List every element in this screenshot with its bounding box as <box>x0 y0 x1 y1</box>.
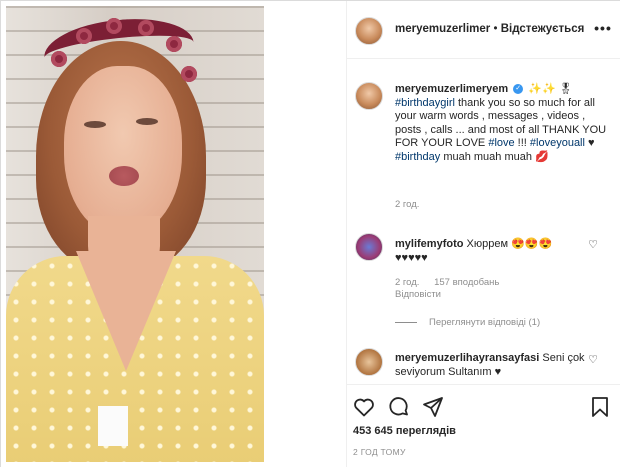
left-eye <box>84 121 106 128</box>
view-replies-label: Переглянути відповіді (1) <box>429 317 541 328</box>
comment-username[interactable]: mylifemyfoto <box>395 238 463 250</box>
hashtag-love[interactable]: #love <box>488 137 514 149</box>
video-player[interactable] <box>6 6 264 462</box>
share-icon[interactable] <box>421 395 445 419</box>
comment-time[interactable]: 2 год. <box>395 277 419 288</box>
separator-dot: • <box>493 23 498 35</box>
comment-avatar[interactable] <box>355 348 383 376</box>
hashtag-birthday[interactable]: #birthday <box>395 151 440 163</box>
comment-avatar[interactable] <box>355 233 383 261</box>
white-top <box>98 406 128 446</box>
flower <box>181 66 197 82</box>
caption-body-4: muah muah muah 💋 <box>440 150 549 163</box>
post-date[interactable]: 2 ГОД ТОМУ <box>353 447 406 457</box>
comment-item: mylifemyfoto Хюррем 😍😍😍 ♥♥♥♥♥ <box>395 237 585 265</box>
hashtag-birthdaygirl[interactable]: #birthdaygirl <box>395 97 455 109</box>
verified-badge-icon: ✓ <box>513 84 524 95</box>
post-header: meryemuzerlimer • Відстежується ••• <box>347 1 620 59</box>
flower <box>106 18 122 34</box>
flower <box>138 20 154 36</box>
heart-icon[interactable] <box>352 395 376 419</box>
caption-time[interactable]: 2 год. <box>395 199 419 210</box>
comment-like-heart-icon[interactable]: ♡ <box>588 353 598 366</box>
header-username[interactable]: meryemuzerlimer <box>395 23 490 35</box>
comment-like-heart-icon[interactable]: ♡ <box>588 238 598 251</box>
comment-icon[interactable] <box>387 395 411 419</box>
post-media <box>1 1 346 467</box>
reply-button[interactable]: Відповісти <box>395 289 441 300</box>
post-frame: meryemuzerlimer • Відстежується ••• mery… <box>0 0 620 467</box>
caption-emoji: ✨✨ 🎖 <box>528 83 573 95</box>
comments-section: meryemuzerlimeryem ✓ ✨✨ 🎖 #birthdaygirl … <box>347 59 620 384</box>
replies-line <box>395 321 417 323</box>
flower <box>76 28 92 44</box>
comment-username[interactable]: meryemuzerlihayransayfasi <box>395 352 539 364</box>
face <box>64 66 182 236</box>
comment-likes[interactable]: 157 вподобань <box>434 277 499 288</box>
comment-item: meryemuzerlihayransayfasi Seni çok seviy… <box>395 351 585 379</box>
flower <box>51 51 67 67</box>
header-user: meryemuzerlimer • Відстежується <box>395 23 584 35</box>
avatar[interactable] <box>355 17 383 45</box>
lips <box>109 166 139 186</box>
action-bar: 453 645 переглядів 2 ГОД ТОМУ <box>347 384 620 467</box>
caption-username[interactable]: meryemuzerlimeryem <box>395 83 508 95</box>
caption-text: meryemuzerlimeryem ✓ ✨✨ 🎖 #birthdaygirl … <box>395 83 610 164</box>
bookmark-icon[interactable] <box>588 395 612 419</box>
follow-status-button[interactable]: Відстежується <box>501 23 585 35</box>
flower <box>166 36 182 52</box>
comment-meta: 2 год. 157 вподобань <box>395 277 511 288</box>
views-count[interactable]: 453 645 переглядів <box>353 425 456 437</box>
caption-avatar[interactable] <box>355 82 383 110</box>
more-dots-icon[interactable]: ••• <box>594 21 612 37</box>
caption-body-2: !!! <box>514 137 530 149</box>
post-side-panel: meryemuzerlimer • Відстежується ••• mery… <box>346 1 620 467</box>
caption-body-3: ♥ <box>584 137 595 149</box>
view-replies-button[interactable]: Переглянути відповіді (1) <box>395 317 540 328</box>
hashtag-loveyouall[interactable]: #loveyouall <box>530 137 585 149</box>
right-eye <box>136 118 158 125</box>
